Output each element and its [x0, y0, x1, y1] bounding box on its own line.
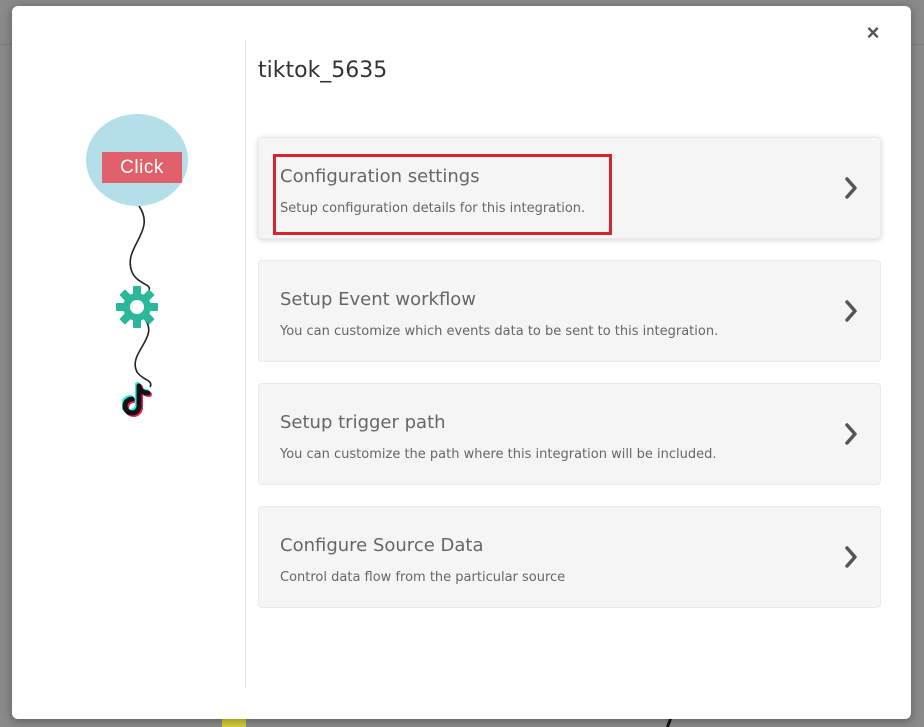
close-button[interactable]: × — [864, 22, 882, 44]
chevron-right-icon — [845, 177, 857, 199]
highlight-box — [273, 154, 612, 235]
click-node: Click — [86, 114, 188, 206]
card-description: You can customize which events data to b… — [280, 324, 719, 339]
card-title: Configure Source Data — [280, 535, 484, 556]
card-description: Control data flow from the particular so… — [280, 570, 566, 585]
chevron-right-icon — [845, 300, 857, 322]
card-description: You can customize the path where this in… — [280, 447, 717, 462]
card-title: Setup trigger path — [280, 412, 446, 433]
integration-flow-diagram: Click — [82, 112, 192, 432]
integration-modal: × Click tiktok_5635 Configuration settin… — [12, 6, 911, 719]
card-configuration-settings[interactable]: Configuration settings Setup configurati… — [258, 137, 881, 239]
gear-icon — [116, 286, 158, 328]
card-setup-event-workflow[interactable]: Setup Event workflow You can customize w… — [258, 260, 881, 362]
card-setup-trigger-path[interactable]: Setup trigger path You can customize the… — [258, 383, 881, 485]
chevron-right-icon — [845, 423, 857, 445]
card-configure-source-data[interactable]: Configure Source Data Control data flow … — [258, 506, 881, 608]
card-title: Setup Event workflow — [280, 289, 477, 310]
vertical-divider — [245, 40, 246, 688]
tiktok-icon — [122, 382, 152, 417]
page-title: tiktok_5635 — [258, 58, 388, 83]
chevron-right-icon — [845, 546, 857, 568]
click-start-label: Click — [102, 152, 182, 183]
